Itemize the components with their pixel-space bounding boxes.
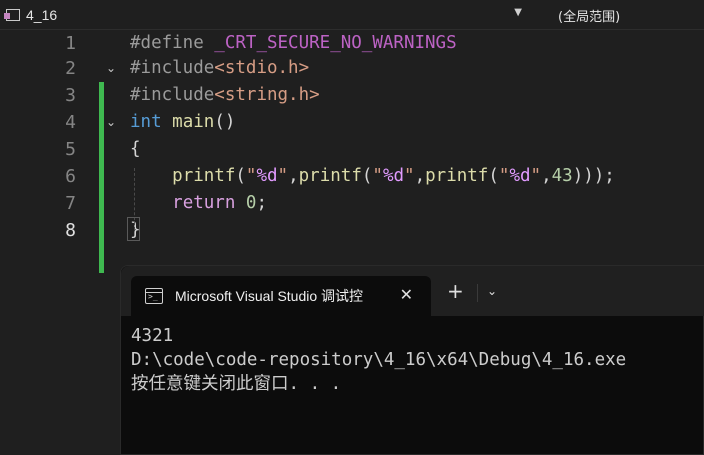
code-token: _CRT_SECURE_NO_WARNINGS [214, 33, 457, 53]
code-text[interactable]: #define _CRT_SECURE_NO_WARNINGS [130, 30, 457, 57]
code-token: ( [235, 166, 246, 186]
code-token: " [372, 166, 383, 186]
cpp-file-icon [4, 7, 22, 23]
code-text[interactable]: int main() [130, 109, 235, 136]
code-token: " [498, 166, 510, 186]
code-token: " [404, 166, 415, 186]
close-icon[interactable]: ✕ [400, 285, 413, 304]
code-line: 1 #define _CRT_SECURE_NO_WARNINGS [0, 30, 704, 57]
code-token: ( [488, 166, 499, 186]
code-text[interactable]: return 0; [130, 190, 267, 217]
code-token: ))); [572, 166, 615, 186]
code-line: 2 ⌄ #include<stdio.h> [0, 55, 704, 82]
file-dropdown[interactable]: 4_16 ▼ [2, 4, 530, 26]
code-token: 0 [245, 193, 257, 213]
code-token: int [130, 112, 162, 132]
output-line: 按任意键关闭此窗口. . . [131, 374, 342, 394]
code-line: 7 return 0; [0, 190, 704, 217]
code-line: 3 #include<string.h> [0, 82, 704, 109]
code-text[interactable]: #include<stdio.h> [130, 55, 309, 82]
line-number: 3 [65, 85, 76, 106]
code-token: return [172, 193, 236, 213]
line-number: 6 [65, 166, 76, 187]
code-token: <string.h> [214, 85, 320, 105]
divider [477, 284, 478, 302]
code-token: main [172, 112, 215, 132]
code-token: ( [361, 166, 373, 186]
line-number: 2 [65, 58, 76, 79]
file-dropdown-label: 4_16 [26, 7, 58, 23]
fold-chevron-icon[interactable]: ⌄ [106, 55, 116, 82]
code-token: <stdio.h> [214, 58, 310, 78]
code-token: 43 [551, 166, 573, 186]
line-number: 7 [65, 193, 76, 214]
code-token: , [288, 166, 299, 186]
code-line: 5 { [0, 136, 704, 163]
terminal-titlebar: >_ Microsoft Visual Studio 调试控 ✕ + ⌄ [121, 266, 704, 316]
line-number: 5 [65, 139, 76, 160]
code-token: " [530, 166, 542, 186]
line-number: 8 [65, 220, 76, 241]
line-number: 4 [65, 112, 76, 133]
debug-console-window[interactable]: >_ Microsoft Visual Studio 调试控 ✕ + ⌄ 432… [120, 265, 704, 455]
code-token: %d [382, 166, 405, 186]
code-token: %d [256, 166, 278, 186]
navigation-bar: 4_16 ▼ (全局范围) [0, 0, 704, 30]
code-line: 6 printf("%d",printf("%d",printf("%d",43… [0, 163, 704, 190]
code-token: #define [130, 33, 215, 53]
code-line: 8 } [0, 217, 704, 244]
code-token: " [277, 166, 289, 186]
code-text[interactable]: #include<string.h> [130, 82, 320, 109]
code-token: #include [130, 58, 215, 78]
output-line: 4321 [131, 326, 174, 346]
code-token: printf [172, 166, 236, 186]
output-line: D:\code\code-repository\4_16\x64\Debug\4… [131, 350, 627, 370]
tab-title: Microsoft Visual Studio 调试控 [175, 288, 364, 304]
code-token: printf [298, 166, 362, 186]
code-token: () [214, 112, 236, 132]
new-tab-button[interactable]: + [447, 281, 464, 301]
chevron-down-icon[interactable]: ⌄ [487, 284, 497, 298]
terminal-output[interactable]: 4321 D:\code\code-repository\4_16\x64\De… [131, 324, 701, 396]
code-token: printf [425, 166, 489, 186]
code-token: ; [256, 193, 268, 213]
code-text[interactable]: { [130, 136, 141, 163]
terminal-tab[interactable]: >_ Microsoft Visual Studio 调试控 ✕ [131, 276, 431, 316]
code-token: , [541, 166, 552, 186]
console-window-icon: >_ [145, 288, 163, 304]
chevron-down-icon[interactable]: ▼ [514, 7, 522, 18]
code-token: %d [509, 166, 531, 186]
code-token: #include [130, 85, 215, 105]
code-token: " [245, 166, 257, 186]
scope-dropdown[interactable]: (全局范围) [532, 4, 704, 26]
line-number: 1 [65, 33, 76, 54]
code-line: 4 ⌄ int main() [0, 109, 704, 136]
code-token: { [130, 139, 141, 159]
fold-chevron-icon[interactable]: ⌄ [106, 109, 116, 136]
brace-match-highlight [127, 217, 140, 241]
code-token: , [414, 166, 426, 186]
code-text[interactable]: printf("%d",printf("%d",printf("%d",43))… [130, 163, 615, 190]
